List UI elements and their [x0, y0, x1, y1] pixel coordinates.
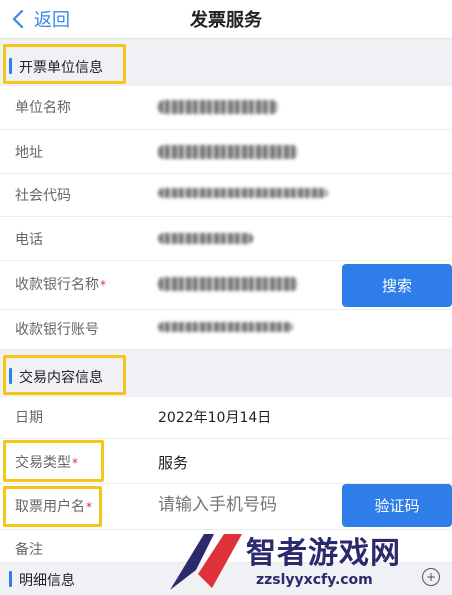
bank-account-label: 收款银行账号: [15, 322, 99, 338]
bank-account-value-redacted: [158, 322, 293, 332]
bank-name-value-redacted: [158, 277, 298, 291]
row-phone: 电话: [0, 217, 452, 261]
social-code-value-redacted: [158, 188, 328, 198]
verification-code-button[interactable]: 验证码: [342, 484, 452, 527]
phone-label: 电话: [15, 232, 43, 248]
row-unit-name: 单位名称: [0, 86, 452, 130]
highlight-box: [3, 440, 104, 482]
unit-name-value-redacted: [158, 100, 278, 114]
bank-name-label: 收款银行名称*: [15, 277, 106, 293]
row-social-code: 社会代码: [0, 174, 452, 217]
add-circle-icon: +: [422, 568, 440, 586]
page-title: 发票服务: [190, 10, 262, 31]
nav-bar: 返回 发票服务: [0, 0, 452, 39]
watermark-url: zzslyyxcfy.com: [256, 572, 373, 588]
address-label: 地址: [15, 145, 43, 161]
phone-value-redacted: [158, 233, 253, 244]
watermark-logo-icon: [170, 534, 242, 590]
row-date: 日期 2022年10月14日: [0, 397, 452, 439]
highlight-box: [3, 355, 126, 395]
phone-input[interactable]: [158, 495, 333, 515]
transaction-type-value[interactable]: 服务: [158, 452, 188, 473]
required-mark: *: [100, 278, 106, 292]
watermark: 智者游戏网 zzslyyxcfy.com +: [168, 528, 452, 595]
unit-name-label: 单位名称: [15, 100, 71, 116]
section-accent-bar: [9, 571, 12, 587]
social-code-label: 社会代码: [15, 188, 71, 204]
section-detail-title: 明细信息: [19, 573, 75, 589]
highlight-box: [3, 486, 102, 527]
row-bank-account: 收款银行账号: [0, 310, 452, 350]
watermark-brand: 智者游戏网: [246, 536, 401, 571]
row-address: 地址: [0, 130, 452, 174]
row-bank-name: 收款银行名称* 搜索: [0, 261, 452, 310]
date-label: 日期: [15, 410, 43, 426]
highlight-box: [3, 44, 126, 84]
note-label: 备注: [15, 542, 43, 558]
date-value[interactable]: 2022年10月14日: [158, 407, 271, 427]
address-value-redacted: [158, 145, 298, 159]
search-button[interactable]: 搜索: [342, 264, 452, 307]
